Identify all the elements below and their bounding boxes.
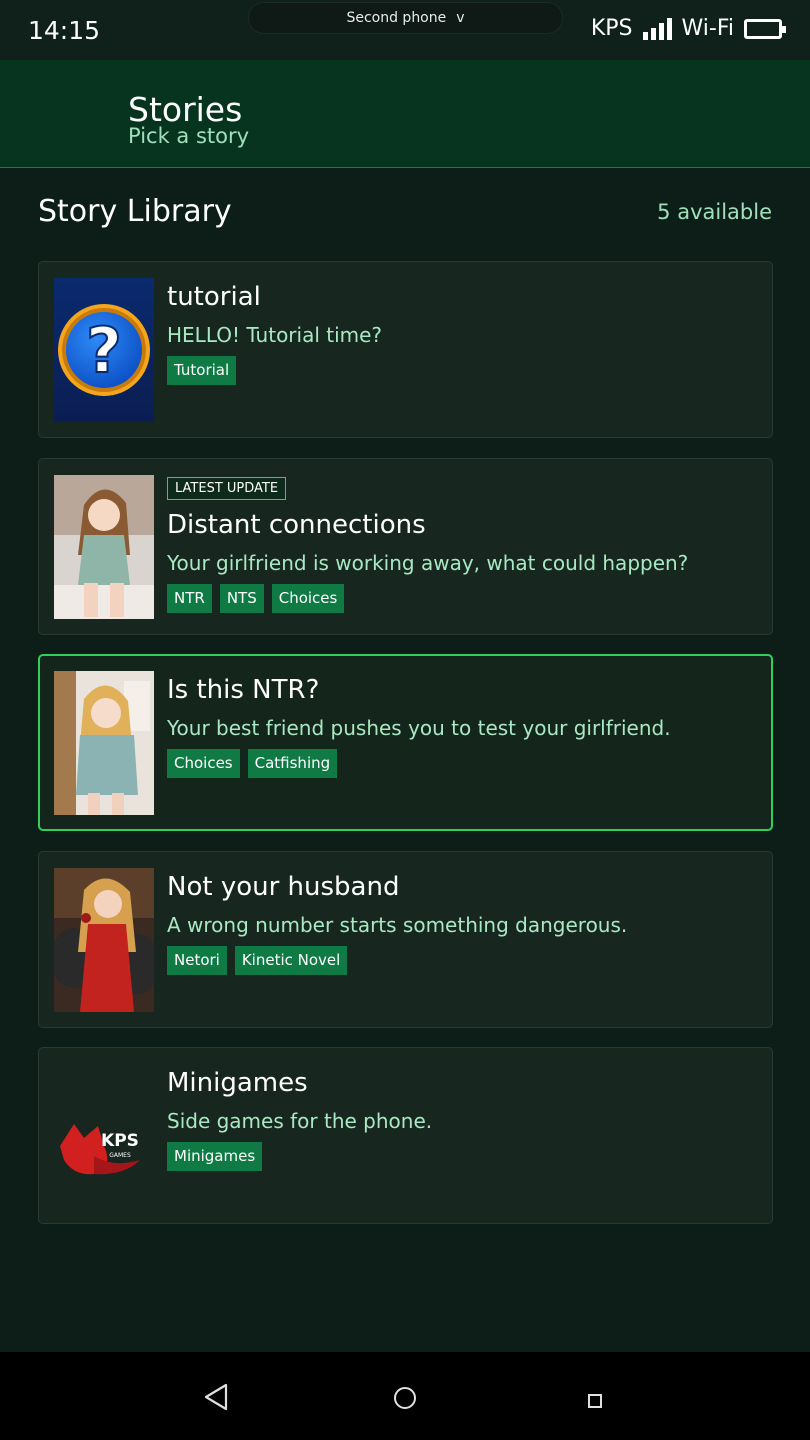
story-title: tutorial bbox=[167, 282, 261, 312]
story-tag: Minigames bbox=[167, 1142, 263, 1171]
svg-text:?: ? bbox=[86, 314, 122, 387]
page-subtitle: Pick a story bbox=[128, 124, 250, 148]
story-content: Minigames Side games for the phone. Mini… bbox=[167, 1066, 762, 1171]
status-bar: 14:15 Second phone v KPS Wi-Fi bbox=[0, 0, 810, 60]
story-title: Distant connections bbox=[167, 510, 426, 540]
kps-logo-subtext: GAMES bbox=[109, 1152, 131, 1159]
story-card-distant-connections[interactable]: LATEST UPDATE Distant connections Your g… bbox=[38, 458, 773, 635]
story-content: tutorial HELLO! Tutorial time? Tutorial bbox=[167, 280, 762, 385]
back-triangle-icon[interactable] bbox=[202, 1382, 230, 1412]
library-count: 5 available bbox=[657, 200, 772, 224]
story-tag: Kinetic Novel bbox=[234, 946, 348, 975]
recents-square-icon[interactable] bbox=[588, 1394, 602, 1408]
story-tags: NTR NTS Choices bbox=[167, 584, 762, 613]
story-content: LATEST UPDATE Distant connections Your g… bbox=[167, 477, 762, 613]
story-tags: Minigames bbox=[167, 1142, 762, 1171]
app-bar: Stories Pick a story bbox=[0, 60, 810, 168]
status-time: 14:15 bbox=[28, 16, 101, 45]
story-description: Your girlfriend is working away, what co… bbox=[167, 551, 689, 575]
status-indicators: KPS Wi-Fi bbox=[590, 16, 786, 41]
library-title: Story Library bbox=[38, 194, 232, 229]
signal-icon bbox=[642, 17, 672, 40]
story-tags: Choices Catfishing bbox=[167, 749, 761, 778]
story-thumbnail-image bbox=[54, 671, 154, 815]
story-description: Your best friend pushes you to test your… bbox=[167, 716, 671, 740]
story-thumbnail-image bbox=[54, 475, 154, 619]
story-tag: Choices bbox=[167, 749, 240, 778]
story-card-tutorial[interactable]: ? tutorial HELLO! Tutorial time? Tutoria… bbox=[38, 261, 773, 438]
story-card-is-this-ntr[interactable]: Is this NTR? Your best friend pushes you… bbox=[38, 654, 773, 831]
device-switch-label: Second phone bbox=[346, 10, 447, 26]
story-description: A wrong number starts something dangerou… bbox=[167, 913, 628, 937]
story-title: Not your husband bbox=[167, 872, 400, 902]
story-tag: Catfishing bbox=[247, 749, 338, 778]
story-card-minigames[interactable]: KPS GAMES Minigames Side games for the p… bbox=[38, 1047, 773, 1224]
story-tag: NTR bbox=[167, 584, 212, 613]
story-tag: NTS bbox=[219, 584, 264, 613]
wifi-label: Wi-Fi bbox=[681, 16, 735, 41]
battery-icon bbox=[744, 18, 786, 39]
story-tag: Netori bbox=[167, 946, 227, 975]
story-thumbnail-image bbox=[54, 868, 154, 1012]
story-content: Is this NTR? Your best friend pushes you… bbox=[167, 673, 761, 778]
device-switch-button[interactable]: Second phone v bbox=[248, 2, 563, 34]
story-title: Is this NTR? bbox=[167, 675, 320, 705]
story-card-not-your-husband[interactable]: Not your husband A wrong number starts s… bbox=[38, 851, 773, 1028]
story-tag: Tutorial bbox=[167, 356, 237, 385]
question-mark-icon: ? bbox=[54, 278, 154, 422]
home-circle-icon[interactable] bbox=[394, 1387, 416, 1409]
story-description: HELLO! Tutorial time? bbox=[167, 323, 383, 347]
kps-games-logo: KPS GAMES bbox=[54, 1064, 154, 1208]
system-nav-bar bbox=[0, 1352, 810, 1440]
story-tags: Netori Kinetic Novel bbox=[167, 946, 762, 975]
story-title: Minigames bbox=[167, 1068, 308, 1098]
story-content: Not your husband A wrong number starts s… bbox=[167, 870, 762, 975]
latest-update-badge: LATEST UPDATE bbox=[167, 477, 287, 500]
kps-logo-text: KPS bbox=[101, 1131, 139, 1151]
story-tag: Choices bbox=[271, 584, 345, 613]
carrier-label: KPS bbox=[590, 16, 633, 41]
library-header: Story Library 5 available bbox=[38, 194, 772, 234]
story-tags: Tutorial bbox=[167, 356, 762, 385]
chevron-down-icon: v bbox=[456, 10, 465, 26]
story-description: Side games for the phone. bbox=[167, 1109, 433, 1133]
